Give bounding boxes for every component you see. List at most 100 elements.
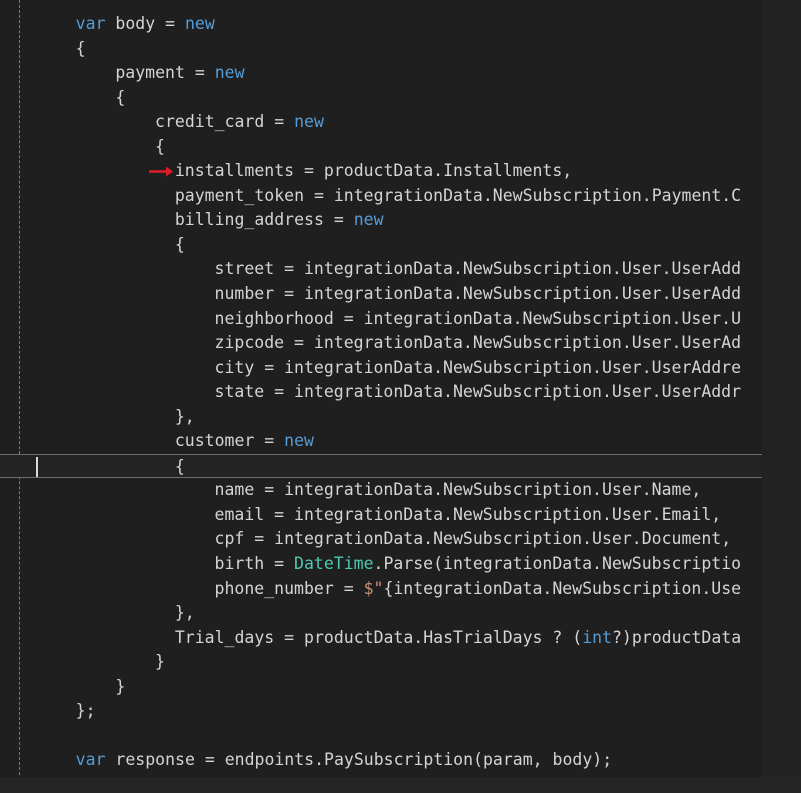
code-token: integrationData.NewSubscription.User.Nam… [284, 480, 702, 500]
code-line[interactable]: cpf = integrationData.NewSubscription.Us… [0, 527, 762, 552]
code-token: = [274, 112, 295, 132]
code-token: payment_token [174, 185, 314, 205]
code-line[interactable]: { [0, 86, 762, 111]
code-surface[interactable]: var body = new{payment = new{credit_card… [0, 0, 762, 777]
code-token: { [155, 136, 165, 156]
code-token: birth [214, 554, 275, 574]
code-token: phone_number [214, 578, 344, 598]
code-line-text: city = integrationData.NewSubscription.U… [215, 356, 742, 381]
code-token: = [333, 210, 354, 230]
code-line[interactable]: { [0, 233, 762, 258]
code-token: int [582, 627, 612, 647]
code-token: body [105, 14, 166, 33]
code-token: { [75, 38, 86, 58]
code-token: name [214, 480, 265, 500]
code-line-text: }, [175, 601, 195, 626]
code-token: cpf [214, 529, 255, 549]
code-line[interactable]: { [0, 37, 762, 62]
code-line-text: zipcode = integrationData.NewSubscriptio… [215, 331, 742, 356]
code-token: productData.HasTrialDays ? ( [304, 627, 583, 647]
code-line[interactable]: number = integrationData.NewSubscription… [0, 282, 762, 307]
code-line-text: name = integrationData.NewSubscription.U… [215, 478, 702, 503]
code-token: = [274, 504, 295, 524]
code-line[interactable]: } [0, 675, 762, 700]
code-token: = [204, 750, 225, 770]
code-line[interactable]: zipcode = integrationData.NewSubscriptio… [0, 331, 762, 356]
code-token: integrationData.NewSubscription.User.Use… [284, 357, 742, 377]
code-line[interactable]: }; [0, 699, 762, 724]
code-line-text: birth = DateTime.Parse(integrationData.N… [215, 552, 742, 577]
code-token: = [264, 480, 285, 500]
code-line[interactable]: city = integrationData.NewSubscription.U… [0, 356, 762, 381]
code-token: = [343, 578, 364, 598]
code-line-text: }; [76, 699, 96, 724]
code-line-text: email = integrationData.NewSubscription.… [215, 503, 722, 528]
debug-step-arrow[interactable] [148, 166, 174, 177]
code-line[interactable]: payment = new [0, 61, 762, 86]
code-line[interactable]: birth = DateTime.Parse(integrationData.N… [0, 552, 762, 577]
code-token: street [214, 259, 285, 279]
code-token: = [254, 529, 275, 549]
code-line[interactable]: { [0, 453, 762, 479]
code-token: = [264, 357, 285, 377]
code-line[interactable]: }, [0, 601, 762, 626]
code-token: = [343, 308, 364, 328]
code-line[interactable]: var body = new [0, 12, 762, 37]
code-token: endpoints.PaySubscription(param, body); [224, 750, 613, 770]
code-line-text: street = integrationData.NewSubscription… [215, 257, 742, 282]
code-line[interactable]: } [0, 650, 762, 675]
code-token: }; [75, 701, 96, 721]
code-line[interactable]: credit_card = new [0, 110, 762, 135]
code-line[interactable]: phone_number = $"{integrationData.NewSub… [0, 577, 762, 602]
code-token: new [184, 14, 215, 33]
code-token: $" [363, 578, 384, 598]
code-line-list: var body = new{payment = new{credit_card… [0, 12, 762, 773]
code-token: new [284, 431, 314, 451]
code-token: payment [115, 63, 195, 83]
code-line-text: payment = new [115, 61, 244, 86]
code-line-text: phone_number = $"{integrationData.NewSub… [215, 577, 742, 602]
code-line-text: payment_token = integrationData.NewSubsc… [175, 184, 741, 209]
code-token: }, [174, 406, 195, 426]
code-token: integrationData.NewSubscription.User.Use… [294, 382, 742, 402]
code-line[interactable]: street = integrationData.NewSubscription… [0, 257, 762, 282]
code-token: = [304, 161, 324, 181]
code-token: } [155, 652, 165, 672]
code-line[interactable]: payment_token = integrationData.NewSubsc… [0, 184, 762, 209]
code-line[interactable]: }, [0, 405, 762, 430]
code-line-text: { [175, 233, 185, 258]
code-line[interactable]: Trial_days = productData.HasTrialDays ? … [0, 626, 762, 651]
code-line[interactable]: { [0, 135, 762, 160]
code-token: { [115, 87, 126, 107]
code-line[interactable]: var response = endpoints.PaySubscription… [0, 748, 762, 773]
code-token: new [353, 210, 384, 230]
code-token: integrationData.NewSubscription.User.Ema… [294, 504, 722, 524]
code-line[interactable]: billing_address = new [0, 208, 762, 233]
editor-right-margin [762, 0, 801, 793]
code-token: {integrationData.NewSubscription.Use [383, 578, 742, 598]
code-line[interactable] [0, 724, 762, 749]
code-token: = [313, 185, 334, 205]
text-caret [36, 456, 38, 477]
code-line[interactable]: email = integrationData.NewSubscription.… [0, 503, 762, 528]
code-line[interactable]: state = integrationData.NewSubscription.… [0, 380, 762, 405]
code-line[interactable]: customer = new [0, 429, 762, 454]
code-token: integrationData.NewSubscription.User.Doc… [274, 529, 732, 549]
code-token: credit_card [155, 112, 275, 132]
code-token: Trial_days [174, 627, 285, 647]
code-line[interactable]: installments = productData.Installments, [0, 159, 762, 184]
code-token: = [274, 554, 295, 574]
code-token: }, [174, 603, 195, 623]
code-line[interactable]: name = integrationData.NewSubscription.U… [0, 478, 762, 503]
code-token: { [174, 234, 185, 254]
code-token: DateTime [294, 554, 374, 574]
code-token: integrationData.NewSubscription.User.Use… [313, 333, 742, 353]
code-line[interactable]: neighborhood = integrationData.NewSubscr… [0, 307, 762, 332]
code-token: email [214, 504, 275, 524]
code-token: { [174, 456, 185, 476]
code-editor[interactable]: var body = new{payment = new{credit_card… [0, 0, 801, 793]
code-token: = [264, 431, 285, 451]
code-line-text: var response = endpoints.PaySubscription… [76, 748, 612, 773]
code-token: ?)productData [612, 627, 742, 647]
code-token: installments [174, 161, 305, 181]
